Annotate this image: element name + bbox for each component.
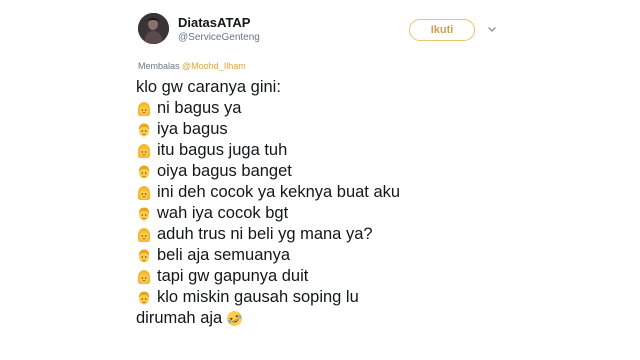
- follow-button[interactable]: Ikuti: [409, 19, 475, 41]
- avatar[interactable]: [138, 13, 169, 44]
- dialogue-line: klo miskin gausah soping lu: [136, 287, 496, 308]
- dialogue-text: ni bagus ya: [157, 99, 242, 117]
- dialogue-line: itu bagus juga tuh: [136, 140, 496, 161]
- outro-text: dirumah aja: [136, 309, 223, 327]
- man-blonde-face-icon: [136, 206, 152, 222]
- girl-blonde-face-icon: [136, 227, 152, 243]
- tweet-outro: dirumah aja: [136, 308, 496, 329]
- chevron-down-icon[interactable]: [487, 24, 497, 34]
- tweet-card: DiatasATAP @ServiceGenteng Ikuti Membala…: [0, 0, 640, 360]
- dialogue-text: iya bagus: [157, 120, 228, 138]
- rolling-laughing-face-icon: [227, 311, 243, 326]
- dialogue-text: tapi gw gapunya duit: [157, 267, 309, 285]
- tweet-intro: klo gw caranya gini:: [136, 78, 281, 96]
- dialogue-line: tapi gw gapunya duit: [136, 266, 496, 287]
- man-blonde-face-icon: [136, 248, 152, 264]
- dialogue-line: wah iya cocok bgt: [136, 203, 496, 224]
- dialogue-line: ini deh cocok ya keknya buat aku: [136, 182, 496, 203]
- girl-blonde-face-icon: [136, 185, 152, 201]
- tweet-text: klo gw caranya gini: ni bagus ya iya bag…: [136, 77, 496, 329]
- man-blonde-face-icon: [136, 164, 152, 180]
- man-blonde-face-icon: [136, 290, 152, 306]
- dialogue-line: oiya bagus banget: [136, 161, 496, 182]
- reply-context: Membalas @Moohd_Ilham: [138, 61, 246, 71]
- dialogue-text: itu bagus juga tuh: [157, 141, 288, 159]
- display-name[interactable]: DiatasATAP: [178, 15, 260, 30]
- dialogue-line: ni bagus ya: [136, 98, 496, 119]
- dialogue-line: beli aja semuanya: [136, 245, 496, 266]
- dialogue-text: klo miskin gausah soping lu: [157, 288, 359, 306]
- dialogue-text: aduh trus ni beli yg mana ya?: [157, 225, 373, 243]
- man-blonde-face-icon: [136, 122, 152, 138]
- girl-blonde-face-icon: [136, 101, 152, 117]
- dialogue-text: beli aja semuanya: [157, 246, 290, 264]
- dialogue-text: ini deh cocok ya keknya buat aku: [157, 183, 401, 201]
- reply-mention-link[interactable]: @Moohd_Ilham: [182, 61, 246, 71]
- dialogue-line: iya bagus: [136, 119, 496, 140]
- tweet-header: DiatasATAP @ServiceGenteng: [178, 15, 260, 44]
- dialogue-text: wah iya cocok bgt: [157, 204, 289, 222]
- reply-prefix: Membalas: [138, 61, 180, 71]
- girl-blonde-face-icon: [136, 269, 152, 285]
- girl-blonde-face-icon: [136, 143, 152, 159]
- dialogue-line: aduh trus ni beli yg mana ya?: [136, 224, 496, 245]
- user-handle[interactable]: @ServiceGenteng: [178, 31, 260, 44]
- dialogue-text: oiya bagus banget: [157, 162, 292, 180]
- avatar-image: [138, 13, 169, 44]
